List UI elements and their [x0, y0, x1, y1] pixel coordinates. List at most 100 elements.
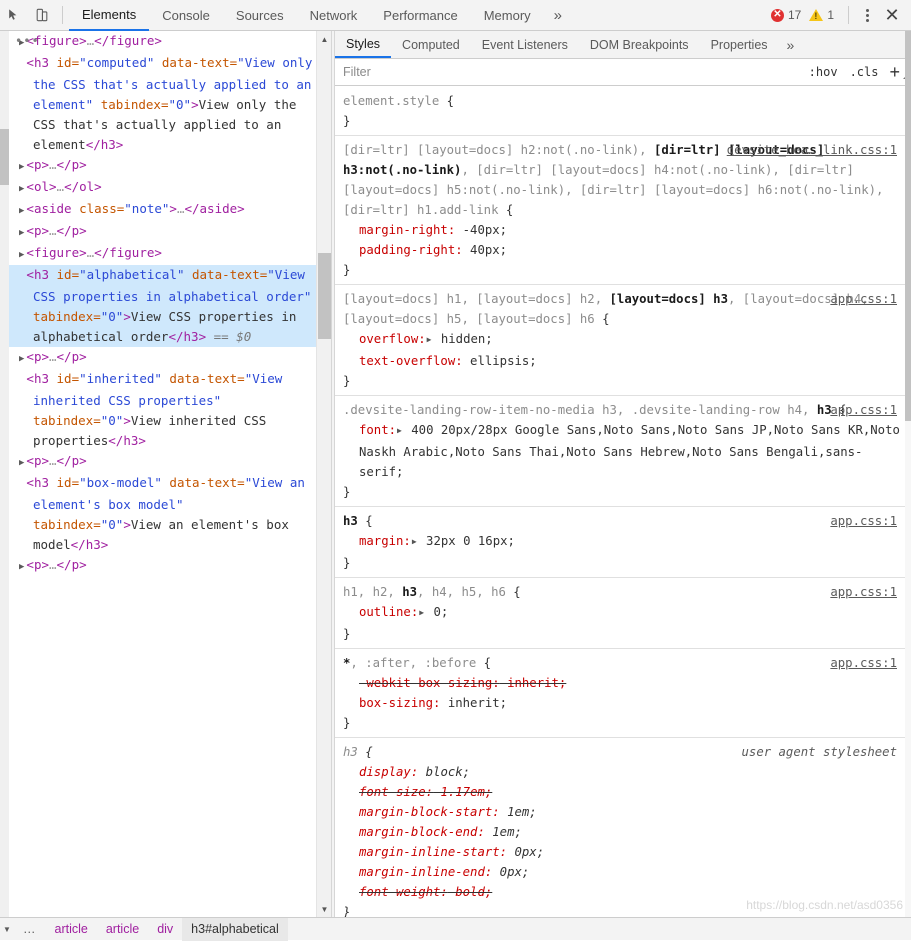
more-styles-tabs-icon[interactable]: »	[779, 31, 803, 58]
expand-triangle-icon[interactable]: ▶	[19, 162, 24, 172]
stylesheet-origin-link[interactable]: app.css:1	[830, 582, 897, 602]
css-declaration[interactable]: outline: ▶ 0;	[335, 602, 905, 624]
css-rule[interactable]: app.css:1 .devsite-landing-row-item-no-me…	[335, 396, 905, 507]
stylesheet-origin-link[interactable]: app.css:1	[830, 511, 897, 531]
tab-network[interactable]: Network	[297, 0, 371, 31]
stylesheet-origin-link[interactable]: app.css:1	[830, 400, 897, 420]
expand-triangle-icon[interactable]: ▶	[19, 458, 24, 468]
expand-triangle-icon[interactable]: ▶	[19, 250, 24, 260]
expand-shorthand-icon[interactable]: ▶	[427, 330, 432, 350]
dom-scroll-down-icon[interactable]: ▼	[317, 901, 331, 917]
css-property-value[interactable]: 0;	[426, 605, 448, 619]
kebab-menu-icon[interactable]	[855, 3, 879, 27]
dom-node[interactable]: ▶ <p>…</p>	[9, 451, 316, 473]
css-selector[interactable]: element.style {	[343, 94, 454, 108]
node-menu-icon[interactable]: •••	[15, 31, 40, 51]
css-selector[interactable]: *, :after, :before {	[343, 656, 491, 670]
styles-scrollbar[interactable]	[905, 31, 911, 917]
css-declaration[interactable]: box-sizing: inherit;	[335, 693, 905, 713]
css-declaration[interactable]: display: block;	[335, 762, 905, 782]
dom-node[interactable]: ▶<h3 id="computed" data-text="View only …	[9, 53, 316, 155]
css-declaration[interactable]: margin: ▶ 32px 0 16px;	[335, 531, 905, 553]
breadcrumb-item-div[interactable]: div	[148, 918, 182, 941]
css-rule[interactable]: app.css:1 [layout=docs] h1, [layout=docs]…	[335, 285, 905, 396]
css-declaration[interactable]: font: ▶ 400 20px/28px Google Sans,Noto S…	[335, 420, 905, 482]
page-scrollbar-thumb[interactable]	[0, 129, 9, 185]
tab-dom-breakpoints[interactable]: DOM Breakpoints	[579, 31, 700, 58]
css-declaration[interactable]: font-weight: bold;	[335, 882, 905, 902]
css-property-name[interactable]: margin:	[359, 534, 411, 548]
css-rule[interactable]: app.css:1 *, :after, :before { -webkit-box…	[335, 649, 905, 738]
css-declaration[interactable]: margin-block-end: 1em;	[335, 822, 905, 842]
dom-node[interactable]: ▶ <p>…</p>	[9, 555, 316, 577]
css-rule[interactable]: app.css:1 h3 {margin: ▶ 32px 0 16px;}	[335, 507, 905, 578]
css-rule[interactable]: devsite_hea…_link.css:1 [dir=ltr] [layout…	[335, 136, 905, 285]
styles-filter-input[interactable]	[335, 59, 803, 85]
css-property-name[interactable]: margin-block-end:	[359, 825, 485, 839]
css-selector[interactable]: .devsite-landing-row-item-no-media h3, .…	[343, 403, 846, 417]
css-property-name[interactable]: margin-inline-start:	[359, 845, 507, 859]
tab-console[interactable]: Console	[149, 0, 223, 31]
css-rule[interactable]: app.css:1 h1, h2, h3, h4, h5, h6 { outline…	[335, 578, 905, 649]
css-declaration[interactable]: margin-inline-start: 0px;	[335, 842, 905, 862]
expand-shorthand-icon[interactable]: ▶	[412, 532, 417, 552]
stylesheet-origin-link[interactable]: devsite_hea…_link.css:1	[727, 140, 897, 160]
more-panels-icon[interactable]: »	[544, 0, 572, 31]
css-declaration[interactable]: margin-block-start: 1em;	[335, 802, 905, 822]
css-property-name[interactable]: margin-inline-end:	[359, 865, 492, 879]
css-property-name[interactable]: -webkit-box-sizing:	[359, 676, 500, 690]
dom-node[interactable]: ▶ <figure>…</figure>	[9, 243, 316, 265]
tab-sources[interactable]: Sources	[223, 0, 297, 31]
css-declaration[interactable]: font-size: 1.17em;	[335, 782, 905, 802]
dom-scroll-up-icon[interactable]: ▲	[317, 31, 331, 47]
css-rule[interactable]: user agent stylesheet h3 {display: block;…	[335, 738, 905, 917]
css-property-name[interactable]: font:	[359, 423, 396, 437]
css-property-name[interactable]: margin-block-start:	[359, 805, 500, 819]
tab-memory[interactable]: Memory	[471, 0, 544, 31]
expand-triangle-icon[interactable]: ▶	[19, 184, 24, 194]
tab-computed[interactable]: Computed	[391, 31, 471, 58]
dom-node[interactable]: ▶<h3 id="inherited" data-text="View inhe…	[9, 369, 316, 451]
error-count-badge[interactable]: ✕ 17	[770, 8, 801, 22]
breadcrumb-item-article[interactable]: article	[97, 918, 148, 941]
dom-scrollbar-thumb[interactable]	[318, 253, 331, 339]
css-property-value[interactable]: bold;	[448, 885, 492, 899]
dom-node[interactable]: ▶<h3 id="box-model" data-text="View an e…	[9, 473, 316, 555]
css-declaration[interactable]: margin-inline-end: 0px;	[335, 862, 905, 882]
tab-elements[interactable]: Elements	[69, 0, 150, 31]
styles-scrollbar-thumb[interactable]	[905, 31, 911, 421]
tab-properties[interactable]: Properties	[700, 31, 779, 58]
css-selector[interactable]: h3 {	[343, 514, 373, 528]
css-property-name[interactable]: padding-right:	[359, 243, 463, 257]
page-scrollbar-track[interactable]	[0, 31, 9, 917]
stylesheet-origin-link[interactable]: app.css:1	[830, 653, 897, 673]
expand-shorthand-icon[interactable]: ▶	[397, 421, 402, 441]
warning-count-badge[interactable]: 1	[809, 8, 834, 22]
dom-node[interactable]: ▶ <p>…</p>	[9, 221, 316, 243]
css-declaration[interactable]: margin-right: -40px;	[335, 220, 905, 240]
dom-tree-scrollbar[interactable]: ▲ ▼	[316, 31, 331, 917]
close-devtools-icon[interactable]: ✕	[879, 2, 905, 28]
breadcrumb-item-article[interactable]: article	[46, 918, 97, 941]
css-property-name[interactable]: box-sizing:	[359, 696, 440, 710]
css-property-value[interactable]: -40px;	[455, 223, 507, 237]
tab-performance[interactable]: Performance	[370, 0, 470, 31]
breadcrumb-item-overflow[interactable]: …	[14, 918, 46, 941]
css-property-name[interactable]: margin-right:	[359, 223, 455, 237]
css-property-name[interactable]: font-weight:	[359, 885, 448, 899]
css-rule[interactable]: element.style {}	[335, 87, 905, 136]
dom-node[interactable]: ▶ <aside class="note">…</aside>	[9, 199, 316, 221]
css-property-name[interactable]: overflow:	[359, 332, 426, 346]
css-property-value[interactable]: hidden;	[433, 332, 493, 346]
tab-event-listeners[interactable]: Event Listeners	[471, 31, 579, 58]
css-declaration[interactable]: overflow: ▶ hidden;	[335, 329, 905, 351]
breadcrumb-scroll-left-icon[interactable]: ▼	[0, 918, 14, 941]
css-property-value[interactable]: inherit;	[440, 696, 507, 710]
toggle-class-button[interactable]: .cls	[844, 65, 885, 79]
css-selector[interactable]: [layout=docs] h1, [layout=docs] h2, [lay…	[343, 292, 869, 326]
expand-triangle-icon[interactable]: ▶	[19, 228, 24, 238]
expand-triangle-icon[interactable]: ▶	[19, 354, 24, 364]
css-selector[interactable]: h1, h2, h3, h4, h5, h6 {	[343, 585, 521, 599]
css-property-value[interactable]: 0px;	[507, 845, 544, 859]
css-property-name[interactable]: font-size:	[359, 785, 433, 799]
